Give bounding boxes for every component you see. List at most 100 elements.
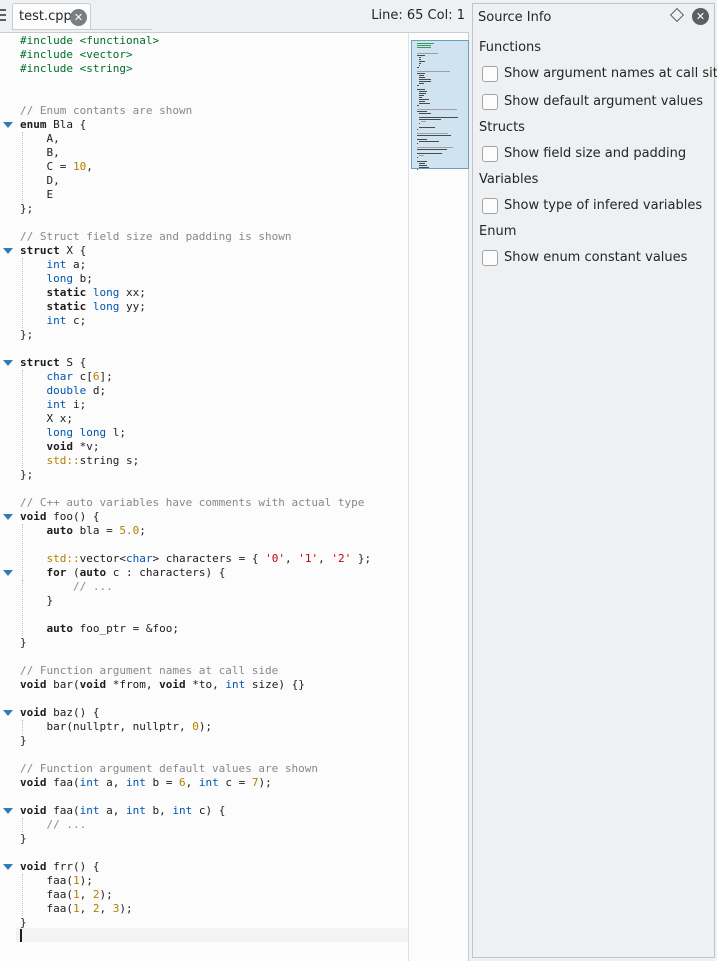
- checkbox[interactable]: [482, 250, 498, 266]
- cursor-position: Line: 65 Col: 1: [371, 8, 465, 23]
- code-line[interactable]: void frr() {: [20, 860, 99, 874]
- minimap-line: [419, 77, 425, 78]
- code-line[interactable]: bar(nullptr, nullptr, 0);: [20, 720, 212, 734]
- checkbox-label[interactable]: Show enum constant values: [504, 250, 687, 265]
- checkbox[interactable]: [482, 198, 498, 214]
- minimap-line: [419, 79, 431, 80]
- minimap-line: [417, 53, 438, 54]
- minimap-line: [417, 157, 418, 158]
- code-line[interactable]: X x;: [20, 412, 73, 426]
- checkbox[interactable]: [482, 94, 498, 110]
- code-line[interactable]: C = 10,: [20, 160, 92, 174]
- close-icon[interactable]: ✕: [692, 8, 709, 25]
- code-line[interactable]: faa(1, 2, 3);: [20, 902, 132, 916]
- checkbox[interactable]: [482, 146, 498, 162]
- checkbox-label[interactable]: Show type of infered variables: [504, 198, 702, 213]
- code-line[interactable]: struct S {: [20, 356, 86, 370]
- code-line[interactable]: char c[6];: [20, 370, 113, 384]
- code-line[interactable]: // ...: [20, 580, 113, 594]
- code-line[interactable]: void faa(int a, int b = 6, int c = 7);: [20, 776, 272, 790]
- code-line[interactable]: D,: [20, 174, 59, 188]
- code-line[interactable]: // Enum contants are shown: [20, 104, 192, 118]
- code-line[interactable]: void *v;: [20, 440, 100, 454]
- minimap[interactable]: [408, 33, 469, 961]
- text-cursor: [20, 929, 22, 942]
- code-line[interactable]: long b;: [20, 272, 93, 286]
- code-line[interactable]: #include <functional>: [20, 34, 159, 48]
- minimap-line: [419, 81, 431, 82]
- minimap-line: [419, 59, 421, 60]
- code-line[interactable]: }: [20, 916, 27, 930]
- indent-guide: [22, 132, 23, 202]
- code-line[interactable]: #include <vector>: [20, 48, 133, 62]
- code-line[interactable]: void foo() {: [20, 510, 99, 524]
- close-icon[interactable]: ✕: [70, 9, 87, 26]
- code-line[interactable]: long long l;: [20, 426, 127, 440]
- code-line[interactable]: void baz() {: [20, 706, 99, 720]
- minimap-line: [417, 67, 419, 68]
- indent-guide: [22, 370, 23, 468]
- minimap-line: [419, 83, 424, 84]
- minimap-line: [419, 127, 435, 128]
- code-line[interactable]: int i;: [20, 398, 87, 412]
- code-line[interactable]: std::string s;: [20, 454, 140, 468]
- code-line[interactable]: enum Bla {: [20, 118, 86, 132]
- code-line[interactable]: int a;: [20, 258, 87, 272]
- minimap-line: [417, 85, 419, 86]
- code-line[interactable]: int c;: [20, 314, 87, 328]
- code-line[interactable]: A,: [20, 132, 59, 146]
- minimap-line: [419, 123, 420, 124]
- code-line[interactable]: static long xx;: [20, 286, 146, 300]
- minimap-line: [419, 155, 424, 156]
- sidebar-toggle-icon[interactable]: [0, 6, 8, 26]
- code-line[interactable]: for (auto c : characters) {: [20, 566, 226, 580]
- code-line[interactable]: B,: [20, 146, 59, 160]
- minimap-line: [419, 65, 420, 66]
- code-line[interactable]: // C++ auto variables have comments with…: [20, 496, 364, 510]
- code-line[interactable]: // Struct field size and padding is show…: [20, 230, 292, 244]
- checkbox-label[interactable]: Show default argument values: [504, 94, 703, 109]
- code-line[interactable]: #include <string>: [20, 62, 133, 76]
- tab-bar: test.cpp ✕ Line: 65 Col: 1: [0, 0, 469, 32]
- minimap-line: [417, 73, 425, 74]
- code-line[interactable]: std::vector<char> characters = { '0', '1…: [20, 552, 372, 566]
- minimap-line: [419, 167, 430, 168]
- code-line[interactable]: };: [20, 328, 33, 342]
- indent-guide: [22, 258, 23, 328]
- code-line[interactable]: };: [20, 468, 33, 482]
- minimap-line: [417, 109, 457, 110]
- code-line[interactable]: }: [20, 734, 27, 748]
- code-line[interactable]: // Function argument default values are …: [20, 762, 318, 776]
- code-line[interactable]: faa(1);: [20, 874, 92, 888]
- section-enum: Enum: [479, 224, 517, 239]
- minimap-line: [417, 47, 431, 48]
- minimap-line: [417, 143, 418, 144]
- code-line[interactable]: void bar(void *from, void *to, int size)…: [20, 678, 305, 692]
- indent-guide: [22, 580, 23, 594]
- float-icon[interactable]: [669, 7, 685, 23]
- minimap-line: [421, 121, 426, 122]
- code-line[interactable]: };: [20, 202, 33, 216]
- code-line[interactable]: // Function argument names at call side: [20, 664, 278, 678]
- code-line[interactable]: struct X {: [20, 244, 86, 258]
- checkbox[interactable]: [482, 66, 498, 82]
- code-line[interactable]: void faa(int a, int b, int c) {: [20, 804, 225, 818]
- code-line[interactable]: E: [20, 188, 53, 202]
- code-line[interactable]: }: [20, 636, 27, 650]
- code-line[interactable]: faa(1, 2);: [20, 888, 112, 902]
- code-line[interactable]: double d;: [20, 384, 107, 398]
- code-area[interactable]: #include <functional> #include <vector> #i…: [0, 33, 408, 961]
- checkbox-label[interactable]: Show argument names at call site: [504, 66, 717, 81]
- minimap-line: [417, 43, 434, 44]
- minimap-line: [417, 161, 427, 162]
- code-line[interactable]: auto foo_ptr = &foo;: [20, 622, 179, 636]
- code-line[interactable]: }: [20, 832, 27, 846]
- code-line[interactable]: static long yy;: [20, 300, 146, 314]
- indent-guide: [22, 874, 23, 916]
- code-editor[interactable]: #include <functional> #include <vector> #i…: [0, 32, 469, 961]
- checkbox-label[interactable]: Show field size and padding: [504, 146, 686, 161]
- code-line[interactable]: }: [20, 594, 53, 608]
- code-line[interactable]: auto bla = 5.0;: [20, 524, 146, 538]
- tab-test-cpp[interactable]: test.cpp ✕: [12, 3, 91, 30]
- code-line[interactable]: // ...: [20, 818, 87, 832]
